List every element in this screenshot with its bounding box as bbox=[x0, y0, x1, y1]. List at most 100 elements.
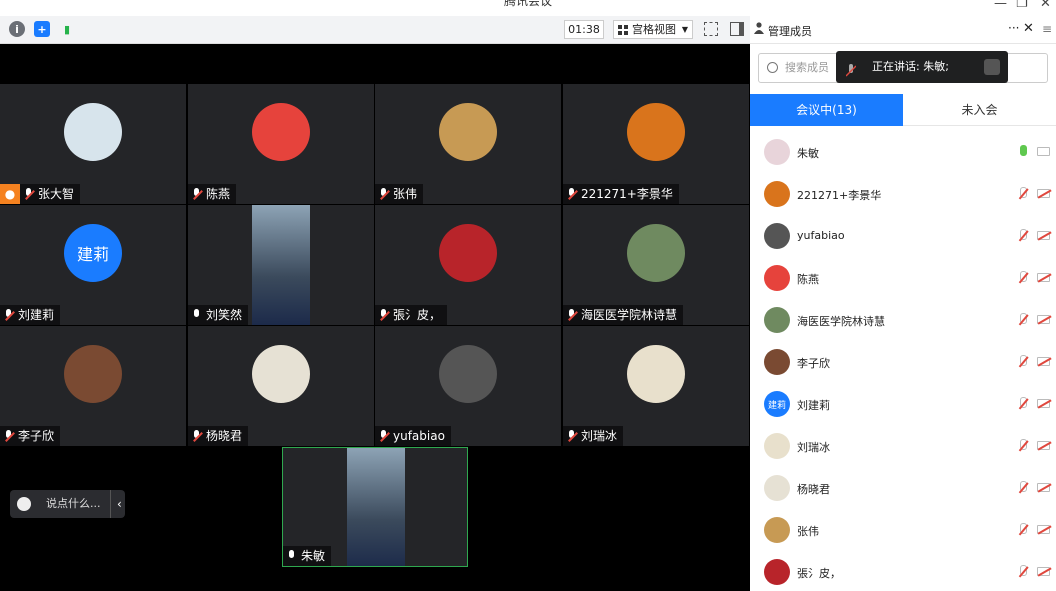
video-tile[interactable]: 朱敏 bbox=[282, 447, 468, 567]
member-avatar bbox=[764, 475, 790, 501]
participant-name-tag: 张伟 bbox=[375, 184, 424, 204]
mic-muted-icon[interactable] bbox=[1018, 397, 1028, 411]
camera-off-icon[interactable] bbox=[1037, 315, 1050, 324]
collapse-chat-icon[interactable]: ‹ bbox=[110, 490, 122, 518]
emoji-icon[interactable] bbox=[17, 497, 31, 511]
video-tile[interactable]: yufabiao bbox=[375, 326, 561, 446]
video-feed bbox=[347, 448, 405, 566]
camera-off-icon[interactable] bbox=[1037, 525, 1050, 534]
member-avatar bbox=[764, 559, 790, 585]
logo-icon bbox=[984, 59, 1000, 75]
close-panel-icon[interactable]: ✕ bbox=[1023, 21, 1034, 36]
camera-off-icon[interactable] bbox=[1037, 231, 1050, 240]
shield-icon[interactable]: + bbox=[34, 21, 50, 37]
participant-name-tag: 刘笑然 bbox=[188, 305, 249, 325]
chat-input[interactable]: 说点什么... ‹ bbox=[10, 490, 125, 518]
member-name: 李子欣 bbox=[797, 357, 830, 370]
fullscreen-icon[interactable] bbox=[704, 22, 718, 36]
menu-icon[interactable]: ≡ bbox=[1042, 22, 1052, 36]
member-name: 陈燕 bbox=[797, 273, 819, 286]
participant-name-tag: 陈燕 bbox=[188, 184, 237, 204]
restore-icon[interactable]: ❐ bbox=[1016, 0, 1028, 11]
member-name: 朱敏 bbox=[797, 147, 819, 160]
member-row[interactable]: 杨晓君 bbox=[750, 468, 1056, 510]
camera-off-icon[interactable] bbox=[1037, 357, 1050, 366]
tab-in-meeting[interactable]: 会议中(13) bbox=[750, 94, 903, 126]
mic-muted-icon[interactable] bbox=[1018, 355, 1028, 369]
panel-toggle-icon[interactable] bbox=[730, 22, 744, 36]
meeting-timer: 01:38 bbox=[564, 20, 604, 39]
minimize-icon[interactable]: — bbox=[994, 0, 1007, 11]
speaking-toast: 正在讲话: 朱敏; bbox=[836, 51, 1008, 83]
camera-off-icon[interactable] bbox=[1037, 567, 1050, 576]
member-name: 海医医学院林诗慧 bbox=[797, 315, 885, 328]
video-tile[interactable]: 陈燕 bbox=[188, 84, 374, 204]
member-row[interactable]: 建莉 刘建莉 bbox=[750, 384, 1056, 426]
camera-off-icon[interactable] bbox=[1037, 441, 1050, 450]
speaking-label: 正在讲话: 朱敏; bbox=[872, 60, 949, 73]
signal-icon[interactable]: ▮ bbox=[59, 21, 75, 37]
participant-name: 海医医学院林诗慧 bbox=[581, 308, 678, 322]
member-row[interactable]: 張氵皮， bbox=[750, 552, 1056, 591]
video-tile[interactable]: 建莉 刘建莉 bbox=[0, 205, 186, 325]
video-tile[interactable]: 刘笑然 bbox=[188, 205, 374, 325]
mic-muted-icon[interactable] bbox=[1018, 523, 1028, 537]
grid-icon bbox=[618, 25, 628, 35]
tab-not-joined[interactable]: 未入会 bbox=[903, 94, 1056, 126]
member-avatar bbox=[764, 265, 790, 291]
camera-off-icon[interactable] bbox=[1037, 483, 1050, 492]
member-row[interactable]: 李子欣 bbox=[750, 342, 1056, 384]
participant-name: 221271+李景华 bbox=[581, 187, 673, 201]
camera-off-icon[interactable] bbox=[1037, 273, 1050, 282]
member-row[interactable]: 221271+李景华 bbox=[750, 174, 1056, 216]
mic-muted-icon bbox=[567, 308, 577, 322]
video-tile[interactable]: 李子欣 bbox=[0, 326, 186, 446]
video-tile[interactable]: 刘瑞冰 bbox=[563, 326, 749, 446]
video-tile[interactable]: ● 张大智 bbox=[0, 84, 186, 204]
member-row[interactable]: 陈燕 bbox=[750, 258, 1056, 300]
participant-name-tag: 张大智 bbox=[20, 184, 81, 204]
panel-header: 管理成员 ··· ✕ ≡ bbox=[750, 16, 1056, 44]
member-row[interactable]: 张伟 bbox=[750, 510, 1056, 552]
member-name: 221271+李景华 bbox=[797, 189, 882, 202]
participant-name-tag: 221271+李景华 bbox=[563, 184, 679, 204]
camera-off-icon[interactable] bbox=[1037, 147, 1050, 156]
video-tile[interactable]: 張氵皮， bbox=[375, 205, 561, 325]
mic-muted-icon[interactable] bbox=[1018, 565, 1028, 579]
mic-muted-icon[interactable] bbox=[1018, 481, 1028, 495]
member-avatar bbox=[764, 517, 790, 543]
more-icon[interactable]: ··· bbox=[1008, 21, 1019, 35]
mic-muted-icon[interactable] bbox=[1018, 271, 1028, 285]
chat-placeholder: 说点什么... bbox=[46, 497, 101, 510]
mic-muted-icon bbox=[4, 308, 14, 322]
member-row[interactable]: yufabiao bbox=[750, 216, 1056, 258]
member-avatar: 建莉 bbox=[764, 391, 790, 417]
meeting-toolbar: i + ▮ 01:38 宫格视图 ▼ bbox=[0, 16, 750, 44]
video-tile[interactable]: 221271+李景华 bbox=[563, 84, 749, 204]
mic-muted-icon bbox=[567, 429, 577, 443]
mic-on-icon[interactable] bbox=[1018, 145, 1028, 159]
participant-name-tag: 刘建莉 bbox=[0, 305, 61, 325]
close-window-icon[interactable]: ✕ bbox=[1040, 0, 1051, 11]
participant-name: 張氵皮， bbox=[393, 308, 442, 322]
mic-muted-icon[interactable] bbox=[1018, 187, 1028, 201]
video-tile[interactable]: 张伟 bbox=[375, 84, 561, 204]
video-tile[interactable]: 杨晓君 bbox=[188, 326, 374, 446]
participant-name: 朱敏 bbox=[301, 549, 326, 563]
member-row[interactable]: 刘瑞冰 bbox=[750, 426, 1056, 468]
mic-muted-icon[interactable] bbox=[1018, 229, 1028, 243]
avatar bbox=[439, 224, 497, 282]
camera-off-icon[interactable] bbox=[1037, 189, 1050, 198]
member-name: yufabiao bbox=[797, 229, 845, 242]
member-row[interactable]: 朱敏 bbox=[750, 132, 1056, 174]
mic-muted-icon[interactable] bbox=[1018, 439, 1028, 453]
mic-muted-icon[interactable] bbox=[1018, 313, 1028, 327]
info-icon[interactable]: i bbox=[9, 21, 25, 37]
participant-name: 刘瑞冰 bbox=[581, 429, 618, 443]
view-mode-dropdown[interactable]: 宫格视图 ▼ bbox=[613, 20, 693, 39]
member-row[interactable]: 海医医学院林诗慧 bbox=[750, 300, 1056, 342]
camera-off-icon[interactable] bbox=[1037, 399, 1050, 408]
participant-name: 刘笑然 bbox=[206, 308, 243, 322]
video-tile[interactable]: 海医医学院林诗慧 bbox=[563, 205, 749, 325]
mic-muted-icon bbox=[192, 187, 202, 201]
